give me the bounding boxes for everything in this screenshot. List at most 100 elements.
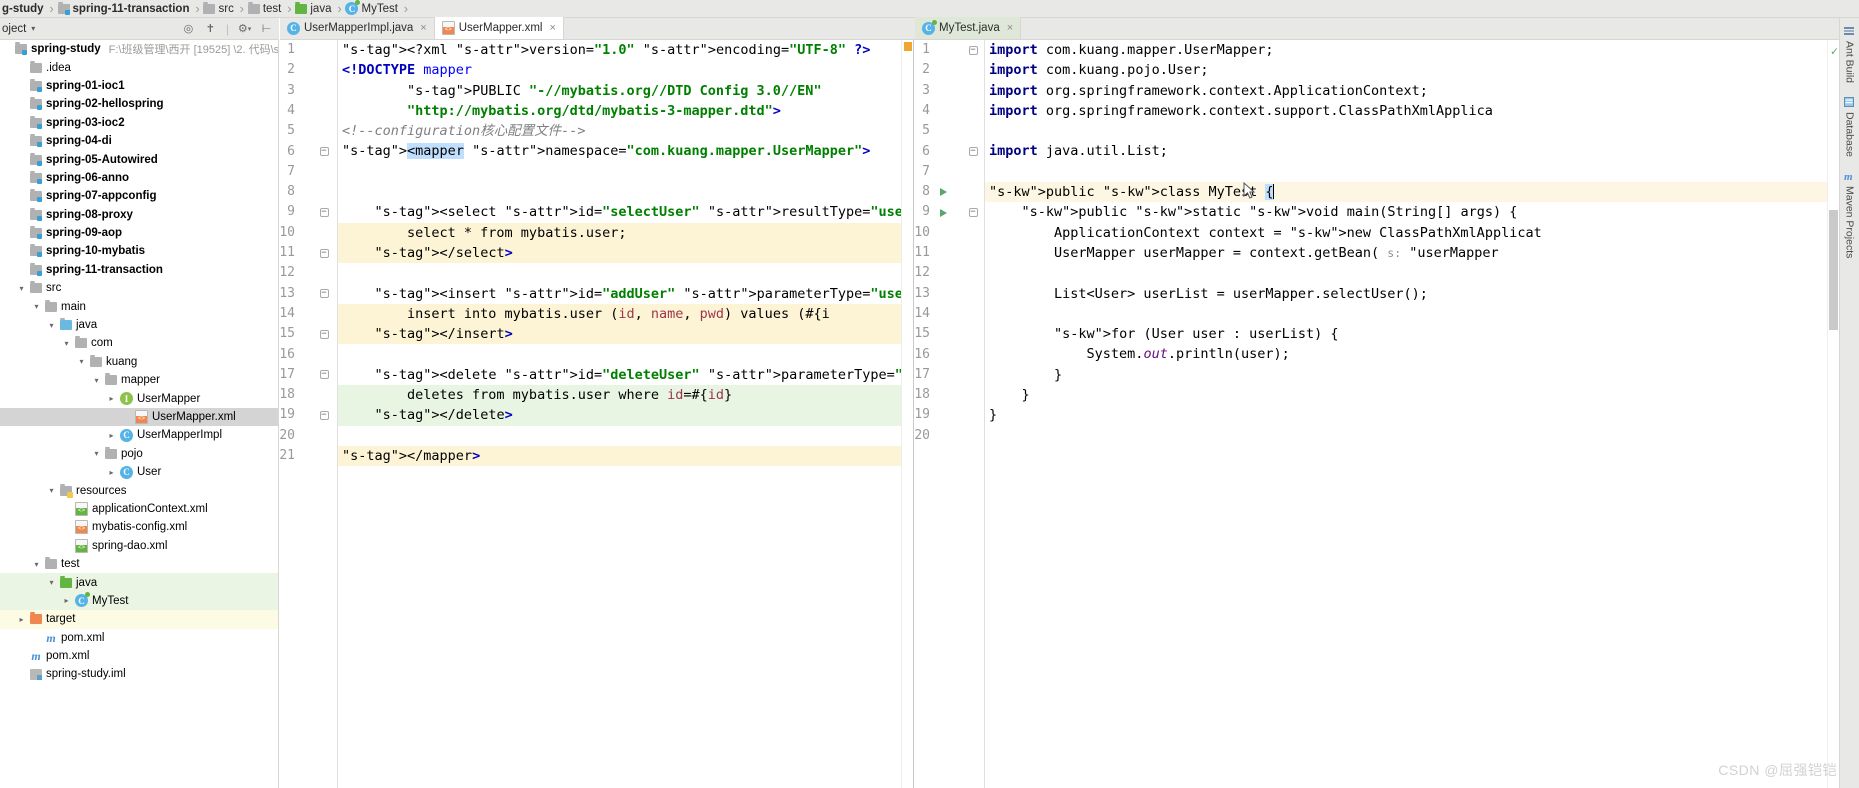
code-line[interactable] — [985, 162, 1859, 182]
tree-item-mybatis-config-xml[interactable]: mybatis-config.xml — [0, 518, 278, 536]
code-line[interactable]: "s-tag"><select "s-attr">id="selectUser"… — [338, 202, 913, 222]
tree-item-spring-study-iml[interactable]: spring-study.iml — [0, 665, 278, 683]
fold-collapse-icon[interactable]: − — [967, 202, 979, 222]
tree-item-kuang[interactable]: ▾ kuang — [0, 353, 278, 371]
code-line[interactable]: "s-tag"></insert> — [338, 324, 913, 345]
tree-item-java[interactable]: ▾ java — [0, 573, 278, 592]
breadcrumb-item-test[interactable]: test — [246, 0, 286, 18]
code-line[interactable]: <!--configuration核心配置文件--> — [338, 121, 913, 141]
run-gutter-icon[interactable] — [937, 182, 949, 202]
project-tree[interactable]: spring-study F:\班级管理\西开 [19525] \2. 代码\sp… — [0, 40, 279, 788]
close-icon[interactable]: × — [549, 22, 555, 34]
tree-item-src[interactable]: ▾ src — [0, 279, 278, 297]
chevron-right-icon[interactable]: ▸ — [17, 615, 26, 624]
code-line[interactable]: } — [985, 385, 1859, 405]
tree-item-pom-xml[interactable]: m pom.xml — [0, 629, 278, 647]
chevron-down-icon[interactable]: ▾ — [47, 486, 56, 495]
code-line[interactable]: import com.kuang.mapper.UserMapper; — [985, 40, 1859, 60]
tree-item-pom-xml[interactable]: m pom.xml — [0, 647, 278, 665]
fold-collapse-icon[interactable]: − — [318, 202, 330, 222]
tree-item-usermapper[interactable]: ▸ I UserMapper — [0, 389, 278, 407]
scrollbar-thumb[interactable] — [1829, 210, 1838, 330]
collapse-all-icon[interactable]: ◎ — [182, 22, 195, 35]
scrollbar-marker[interactable] — [904, 42, 912, 51]
chevron-right-icon[interactable]: ▸ — [107, 468, 116, 477]
code-line[interactable]: "s-tag"></mapper> — [338, 445, 913, 467]
code-line[interactable]: } — [985, 405, 1859, 425]
code-line[interactable]: import com.kuang.pojo.User; — [985, 60, 1859, 80]
java-editor-marker-column[interactable]: ✓ — [1827, 40, 1839, 788]
chevron-down-icon[interactable]: ▾ — [92, 376, 101, 385]
code-line[interactable]: "http://mybatis.org/dtd/mybatis-3-mapper… — [338, 101, 913, 121]
chevron-down-icon[interactable]: ▾ — [47, 578, 56, 587]
code-line[interactable] — [338, 426, 913, 446]
run-gutter-icon[interactable] — [937, 202, 949, 222]
tree-item-resources[interactable]: ▾ resources — [0, 481, 278, 499]
breadcrumb-item-src[interactable]: src — [201, 0, 237, 18]
tree-item-spring-03-ioc2[interactable]: spring-03-ioc2 — [0, 114, 278, 132]
code-line[interactable]: System.out.println(user); — [985, 344, 1859, 364]
code-line[interactable]: "s-tag"><delete "s-attr">id="deleteUser"… — [338, 365, 913, 385]
code-line[interactable] — [338, 182, 913, 202]
java-editor-code[interactable]: import com.kuang.mapper.UserMapper; impor… — [985, 40, 1859, 788]
code-line[interactable] — [338, 344, 913, 364]
xml-editor-gutter[interactable]: 1 2 3 4 5 6−7 8 9−10 11−12 13−14 15−16 17−18 19−20 21 — [280, 40, 338, 788]
tree-item-mytest[interactable]: ▸ C MyTest — [0, 591, 278, 611]
code-line[interactable] — [985, 121, 1859, 141]
tree-item-spring-09-aop[interactable]: spring-09-aop — [0, 224, 278, 242]
code-line[interactable]: "s-tag"><?xml "s-attr">version="1.0" "s-… — [338, 40, 913, 60]
chevron-down-icon[interactable]: ▾ — [47, 321, 56, 330]
gear-icon[interactable]: ⚙ ▾ — [238, 22, 251, 35]
chevron-down-icon[interactable]: ▾ — [32, 560, 41, 569]
tool-button-database[interactable]: Database — [1844, 97, 1856, 157]
tree-item-usermapper-xml[interactable]: UserMapper.xml — [0, 407, 278, 427]
code-line[interactable]: "s-kw">for (User user : userList) { — [985, 324, 1859, 344]
fold-collapse-icon[interactable]: − — [318, 324, 330, 344]
chevron-down-icon[interactable]: ▾ — [77, 357, 86, 366]
tree-item-applicationcontext-xml[interactable]: applicationContext.xml — [0, 500, 278, 518]
xml-editor-code[interactable]: "s-tag"><?xml "s-attr">version="1.0" "s-… — [338, 40, 913, 788]
tree-item-pojo[interactable]: ▾ pojo — [0, 445, 278, 463]
tab-usermapper-xml[interactable]: UserMapper.xml × — [434, 17, 564, 39]
close-icon[interactable]: × — [1007, 22, 1013, 34]
code-line[interactable]: <!DOCTYPE mapper — [338, 60, 913, 80]
xml-editor[interactable]: 1 2 3 4 5 6−7 8 9−10 11−12 13−14 15−16 17−18 19−20 21… — [280, 40, 914, 788]
tree-item-java[interactable]: ▾ java — [0, 316, 278, 334]
code-line[interactable]: "s-tag"></select> — [338, 242, 913, 264]
fold-collapse-icon[interactable]: − — [967, 40, 979, 60]
fold-collapse-icon[interactable]: − — [967, 142, 979, 162]
code-line[interactable]: UserMapper userMapper = context.getBean(… — [985, 243, 1859, 263]
code-line[interactable]: "s-tag"><insert "s-attr">id="addUser" "s… — [338, 284, 913, 304]
code-line[interactable] — [985, 304, 1859, 324]
tree-item-spring-dao-xml[interactable]: spring-dao.xml — [0, 537, 278, 555]
breadcrumb-item-project[interactable]: g-study — [0, 0, 48, 18]
code-line[interactable]: } — [985, 365, 1859, 385]
tree-item--idea[interactable]: .idea — [0, 58, 278, 76]
tree-item-spring-08-proxy[interactable]: spring-08-proxy — [0, 206, 278, 224]
chevron-down-icon[interactable]: ▾ — [31, 24, 35, 33]
tab-usermapperimpl-java[interactable]: C UserMapperImpl.java × — [280, 17, 435, 39]
tree-item-main[interactable]: ▾ main — [0, 297, 278, 315]
code-line[interactable]: select * from mybatis.user; — [338, 222, 913, 243]
code-line[interactable] — [338, 162, 913, 182]
code-line[interactable]: deletes from mybatis.user where id=#{id} — [338, 385, 913, 406]
tree-item-com[interactable]: ▾ com — [0, 334, 278, 352]
tree-item-target[interactable]: ▸ target — [0, 610, 278, 629]
xml-editor-marker-column[interactable] — [901, 40, 913, 788]
tree-item-spring-05-autowired[interactable]: spring-05-Autowired — [0, 150, 278, 168]
fold-collapse-icon[interactable]: − — [318, 142, 330, 162]
fold-collapse-icon[interactable]: − — [318, 365, 330, 385]
chevron-down-icon[interactable]: ▾ — [17, 284, 26, 293]
expand-all-icon[interactable]: ✝ — [204, 22, 217, 35]
code-line[interactable]: import org.springframework.context.Appli… — [985, 81, 1859, 101]
tree-item-spring-06-anno[interactable]: spring-06-anno — [0, 169, 278, 187]
breadcrumb-item-java[interactable]: java — [293, 0, 335, 18]
tab-mytest-java[interactable]: C MyTest.java × — [915, 17, 1022, 39]
tool-button-maven-projects[interactable]: m Maven Projects — [1844, 171, 1856, 258]
tree-item-spring-04-di[interactable]: spring-04-di — [0, 132, 278, 150]
right-tool-window-bar[interactable]: Ant Build Database m Maven Projects — [1839, 18, 1859, 788]
breadcrumb-item-class[interactable]: C MyTest — [343, 0, 401, 18]
code-line[interactable]: "s-tag"><mapper "s-attr">namespace="com.… — [338, 141, 913, 161]
code-line[interactable]: import java.util.List; — [985, 141, 1859, 161]
breadcrumb-item-module[interactable]: spring-11-transaction — [56, 0, 194, 18]
